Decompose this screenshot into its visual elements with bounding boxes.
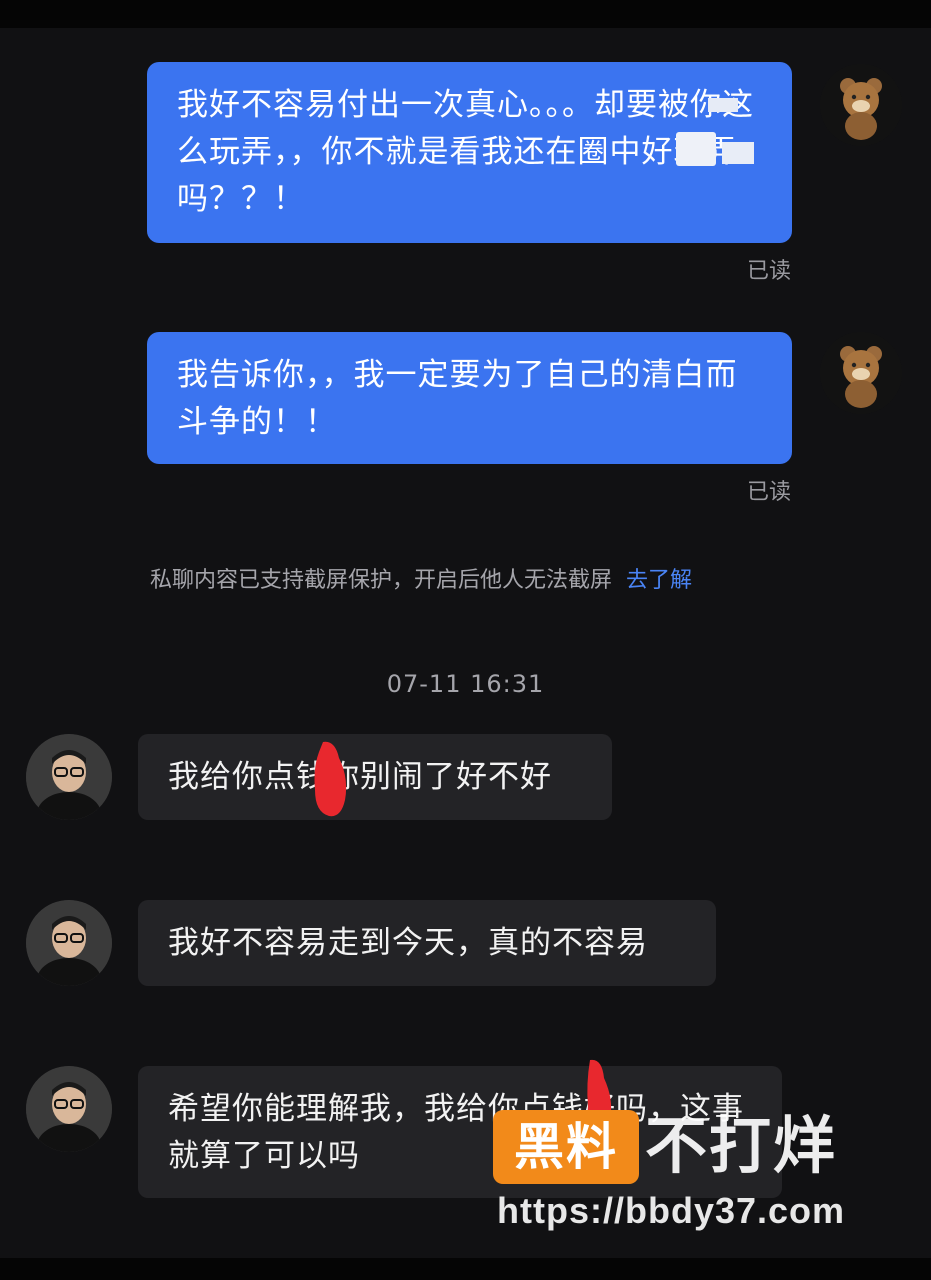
message-text: 我告诉你，，我一定要为了自己的清白而斗争的！！ (177, 357, 738, 440)
censor-patch (676, 132, 716, 166)
self-avatar[interactable] (820, 64, 902, 146)
top-bar (0, 0, 931, 28)
outgoing-message-bubble[interactable]: 我告诉你，，我一定要为了自己的清白而斗争的！！ (147, 332, 792, 464)
contact-avatar[interactable] (26, 1066, 112, 1152)
message-timestamp: 07-11 16:31 (386, 670, 545, 698)
watermark-url: https://bbdy37.com (497, 1190, 846, 1231)
person-icon (26, 900, 112, 986)
bottom-bar (0, 1258, 931, 1280)
watermark-badge: 黑料 (493, 1110, 639, 1184)
notice-text: 私聊内容已支持截屏保护，开启后他人无法截屏 (150, 568, 613, 593)
censor-mark (314, 741, 347, 817)
bear-icon (820, 332, 902, 414)
message-text: 我好不容易付出一次真心。。。却要被你这么玩弄，，你不就是看我还在圈中好玩弄吗？？… (177, 87, 754, 217)
watermark-title: 不打烊 (645, 1109, 838, 1182)
incoming-message-bubble[interactable]: 我给你点钱你别闹了好不好 (138, 734, 612, 820)
person-icon (26, 1066, 112, 1152)
incoming-message-bubble[interactable]: 我好不容易走到今天，真的不容易 (138, 900, 716, 986)
person-icon (26, 734, 112, 820)
contact-avatar[interactable] (26, 900, 112, 986)
message-text: 我好不容易走到今天，真的不容易 (168, 925, 648, 961)
censor-patch (708, 98, 738, 112)
bear-icon (820, 64, 902, 146)
learn-more-link[interactable]: 去了解 (626, 568, 692, 593)
screenshot-protection-notice: 私聊内容已支持截屏保护，开启后他人无法截屏 去了解 (150, 562, 692, 594)
read-status: 已读 (746, 480, 791, 505)
message-text: 我给你点钱你别闹了好不好 (168, 759, 552, 795)
censor-patch (722, 142, 754, 164)
contact-avatar[interactable] (26, 734, 112, 820)
self-avatar[interactable] (820, 332, 902, 414)
read-status: 已读 (746, 259, 791, 284)
